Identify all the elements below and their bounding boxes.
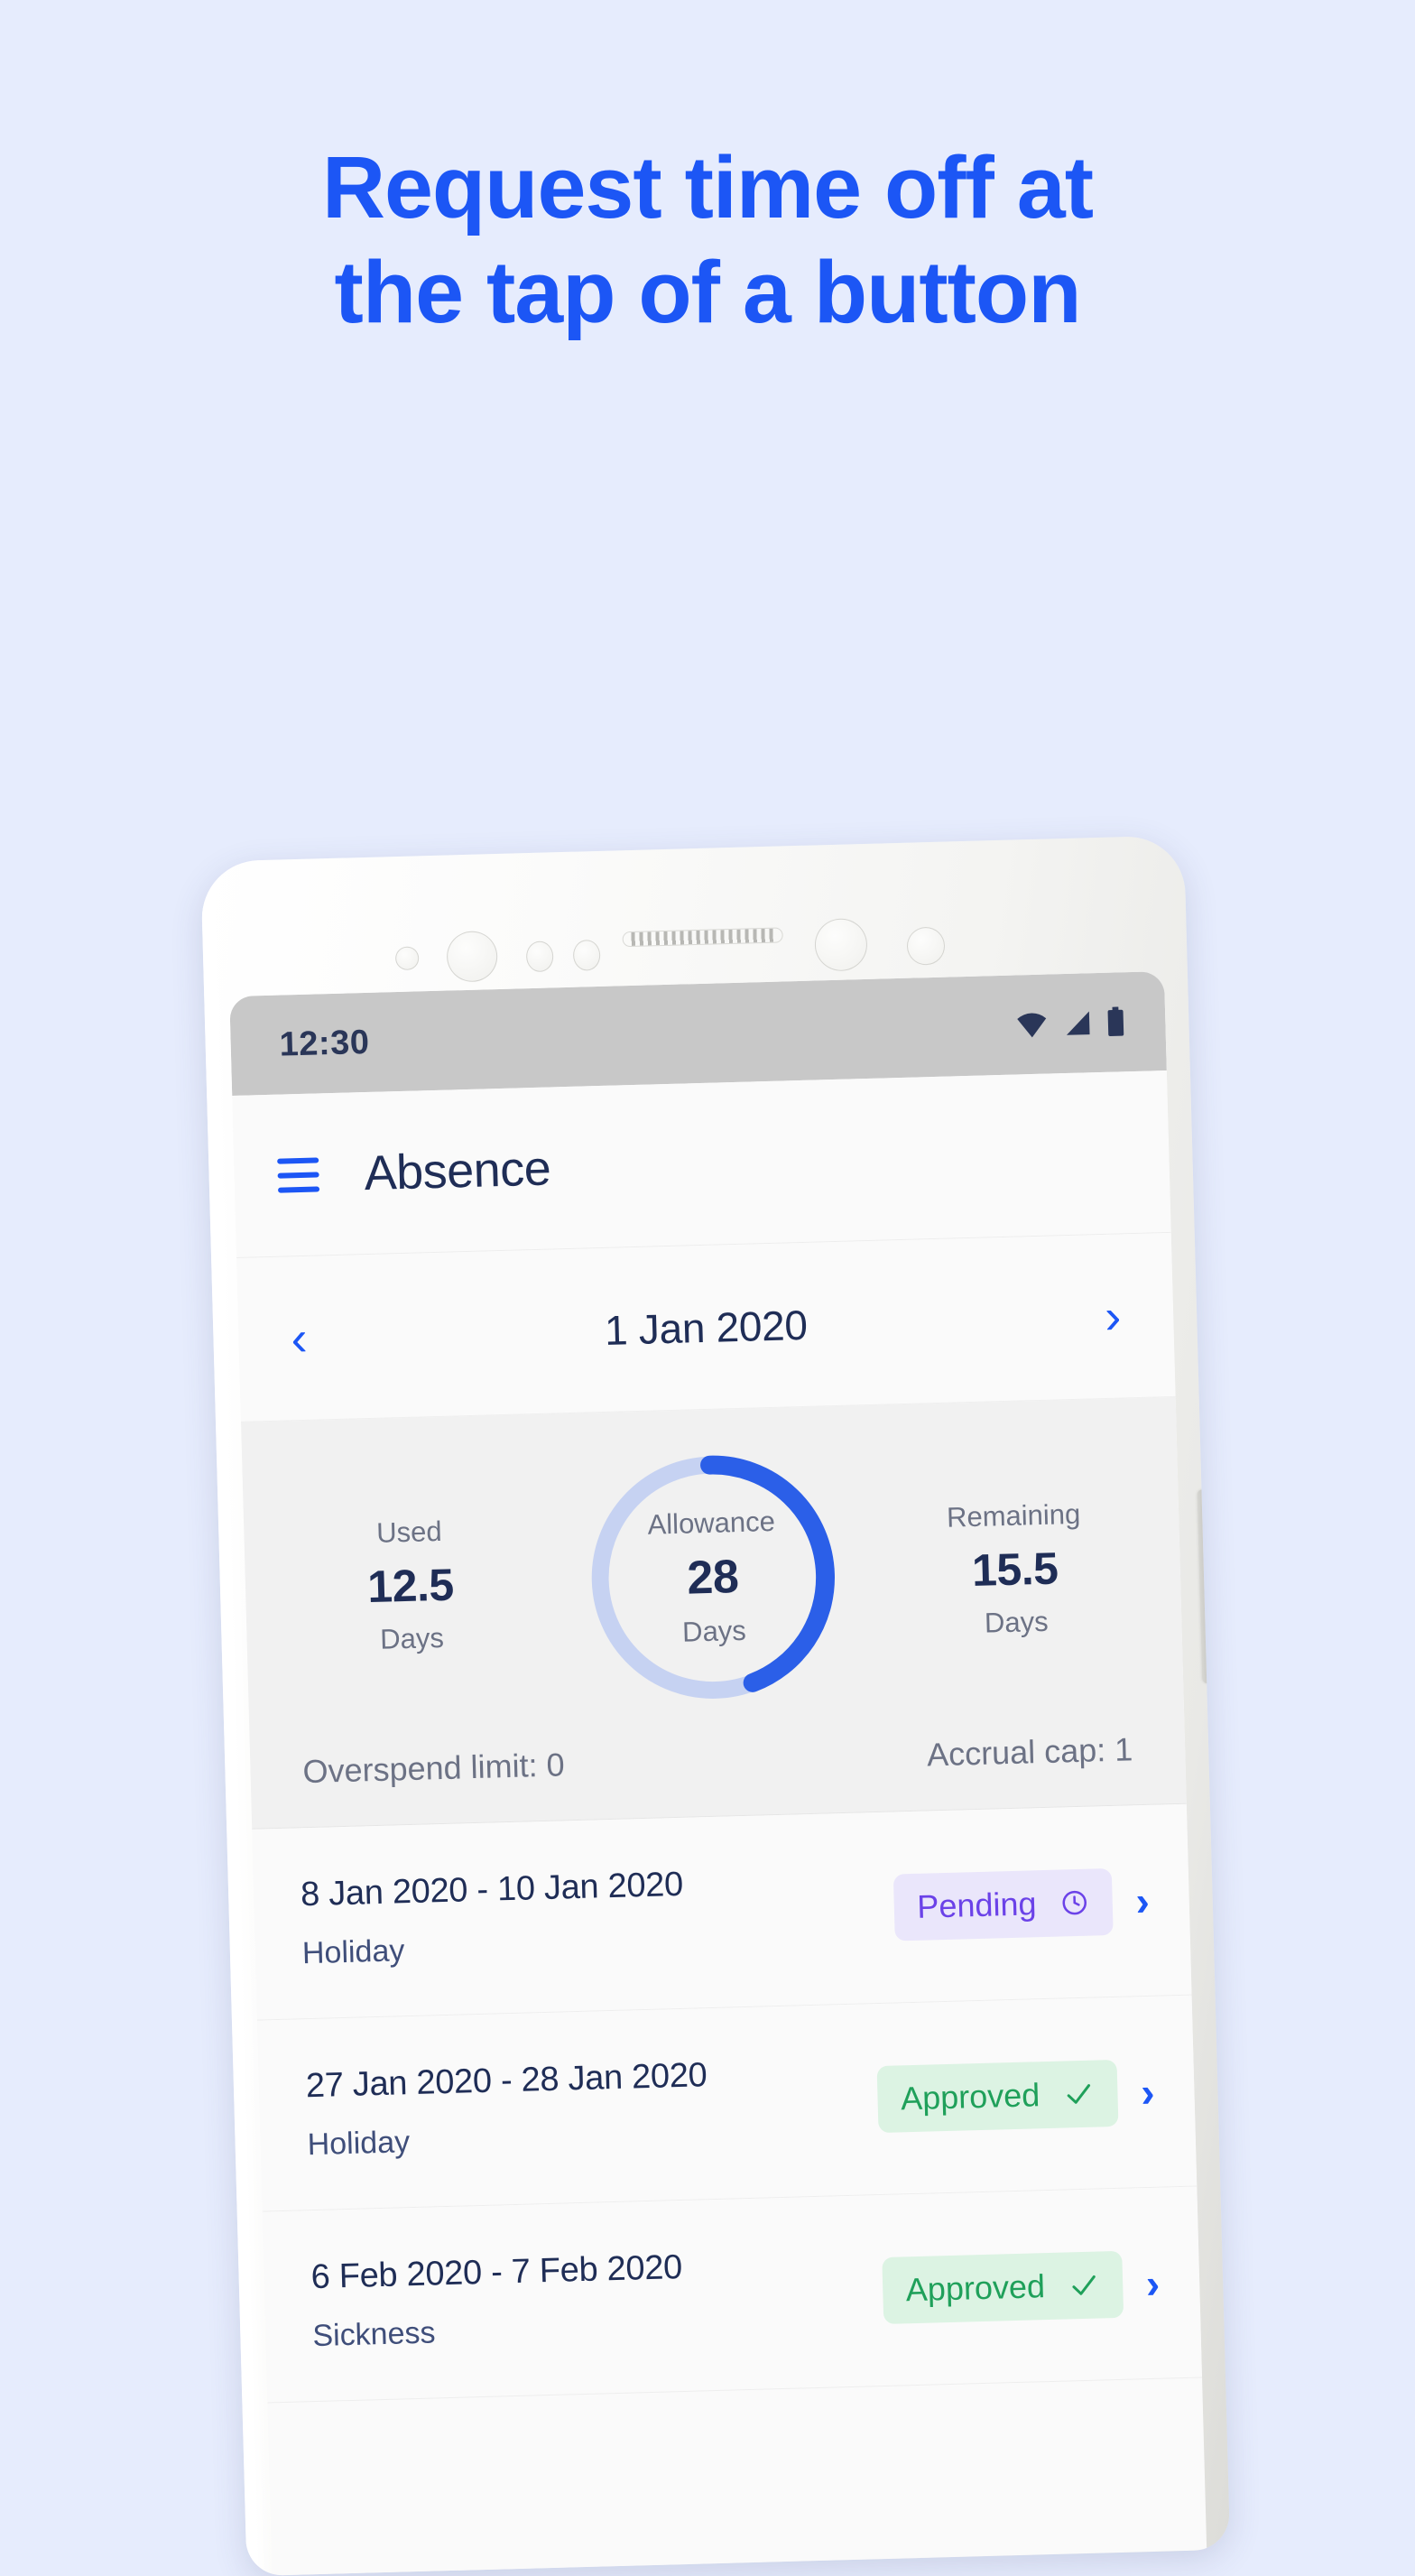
donut-value: 28 [686, 1551, 740, 1605]
overspend-limit-label: Overspend limit: 0 [301, 1746, 566, 1791]
request-date-range: 8 Jan 2020 - 10 Jan 2020 [300, 1865, 684, 1913]
donut-unit: Days [681, 1614, 747, 1648]
table-row[interactable]: 27 Jan 2020 - 28 Jan 2020 Holiday Approv… [256, 1995, 1198, 2212]
stat-used-value: 12.5 [366, 1559, 455, 1613]
stat-remaining-unit: Days [984, 1605, 1050, 1639]
status-badge: Approved [881, 2250, 1124, 2324]
chevron-right-icon[interactable]: › [1145, 2259, 1161, 2306]
check-icon [1067, 2083, 1090, 2104]
headline-line-1: Request time off at [321, 138, 1094, 236]
stat-remaining-label: Remaining [946, 1497, 1081, 1534]
current-date-label: 1 Jan 2020 [604, 1301, 809, 1354]
ir-sensor-icon [572, 939, 601, 971]
promo-headline: Request time off at the tap of a button [0, 135, 1415, 346]
hamburger-menu-icon[interactable] [277, 1156, 320, 1193]
status-bar-icons [1013, 1006, 1126, 1040]
stat-used: Used 12.5 Days [296, 1514, 525, 1659]
power-button[interactable] [1197, 1488, 1215, 1684]
status-bar-clock: 12:30 [279, 1023, 370, 1064]
allowance-stats-row: Used 12.5 Days Allowance 28 Days Remaini… [242, 1421, 1184, 1735]
chevron-right-icon[interactable]: › [1104, 1289, 1122, 1343]
table-row[interactable]: 8 Jan 2020 - 10 Jan 2020 Holiday Pending… [252, 1803, 1192, 2021]
chevron-right-icon[interactable]: › [1135, 1876, 1151, 1923]
request-date-range: 27 Jan 2020 - 28 Jan 2020 [305, 2055, 708, 2105]
check-icon [1072, 2275, 1096, 2295]
accrual-cap-label: Accrual cap: 1 [926, 1730, 1133, 1774]
earpiece-speaker-icon [622, 927, 783, 948]
request-type: Sickness [311, 2314, 436, 2353]
request-texts: 8 Jan 2020 - 10 Jan 2020 Holiday [301, 1859, 895, 1971]
donut-center-content: Allowance 28 Days [578, 1443, 847, 1712]
status-badge-label: Approved [900, 2075, 1040, 2117]
flood-illuminator-icon [906, 926, 946, 966]
allowance-summary-panel: Used 12.5 Days Allowance 28 Days Remaini… [241, 1396, 1187, 1830]
ambient-light-sensor-icon [525, 941, 554, 973]
phone-mockup: 12:30 Absence ‹ 1 Jan 2020 › Used 12.5 D… [200, 835, 1239, 2576]
request-type: Holiday [307, 2124, 411, 2162]
status-badge: Approved [876, 2059, 1119, 2133]
status-badge: Pending [892, 1867, 1114, 1941]
chevron-left-icon[interactable]: ‹ [291, 1311, 309, 1365]
donut-label: Allowance [647, 1505, 776, 1541]
proximity-sensor-icon [394, 946, 420, 971]
wifi-icon [1017, 1013, 1047, 1038]
request-date-range: 6 Feb 2020 - 7 Feb 2020 [310, 2247, 683, 2296]
app-bar: Absence [232, 1070, 1171, 1258]
table-row[interactable]: 6 Feb 2020 - 7 Feb 2020 Sickness Approve… [262, 2186, 1203, 2404]
request-texts: 6 Feb 2020 - 7 Feb 2020 Sickness [310, 2243, 883, 2354]
allowance-donut-chart: Allowance 28 Days [578, 1443, 847, 1712]
front-camera-icon [446, 931, 498, 983]
status-badge-label: Approved [905, 2266, 1046, 2308]
date-navigation: ‹ 1 Jan 2020 › [236, 1232, 1176, 1422]
request-type: Holiday [301, 1932, 405, 1970]
cellular-signal-icon [1066, 1011, 1090, 1035]
chevron-right-icon[interactable]: › [1140, 2068, 1155, 2115]
stat-used-unit: Days [379, 1621, 445, 1655]
secondary-camera-icon [814, 917, 868, 972]
status-badge-label: Pending [916, 1884, 1037, 1925]
phone-body: 12:30 Absence ‹ 1 Jan 2020 › Used 12.5 D… [200, 835, 1231, 2576]
stat-remaining-value: 15.5 [971, 1543, 1059, 1597]
stat-used-label: Used [375, 1515, 443, 1549]
request-texts: 27 Jan 2020 - 28 Jan 2020 Holiday [305, 2052, 878, 2163]
battery-icon [1107, 1006, 1124, 1036]
clock-icon [1062, 1890, 1087, 1914]
stat-remaining: Remaining 15.5 Days [901, 1496, 1130, 1642]
page-title: Absence [363, 1141, 551, 1200]
headline-line-2: the tap of a button [334, 243, 1082, 342]
absence-request-list: 8 Jan 2020 - 10 Jan 2020 Holiday Pending… [252, 1803, 1203, 2404]
phone-screen: 12:30 Absence ‹ 1 Jan 2020 › Used 12.5 D… [229, 971, 1207, 2576]
